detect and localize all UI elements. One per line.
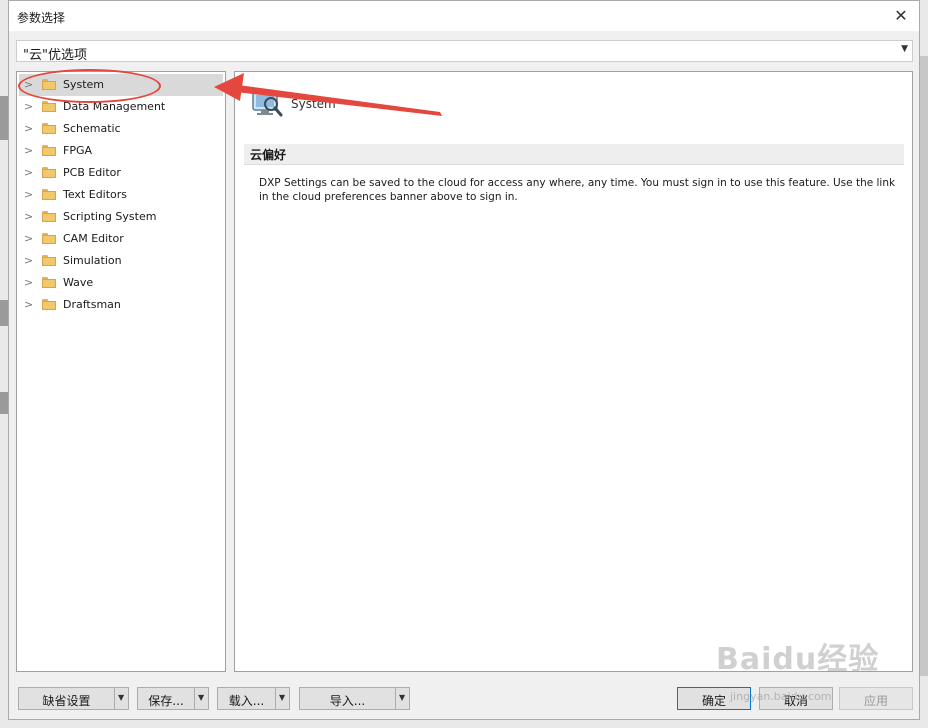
tree-item-schematic[interactable]: > Schematic [19, 118, 223, 140]
preferences-dialog: 参数选择 ✕ "云"优选项 ▼ > System > Data Manageme… [8, 0, 920, 720]
system-settings-icon [252, 91, 283, 117]
load-dropdown[interactable]: ▼ [275, 688, 291, 709]
save-button[interactable]: 保存... ▼ [137, 687, 209, 710]
tree-item-cam-editor[interactable]: > CAM Editor [19, 228, 223, 250]
chevron-right-icon[interactable]: > [24, 254, 36, 268]
tree-item-label: Schematic [63, 122, 121, 135]
chevron-down-icon: ▼ [198, 693, 205, 702]
tree-item-simulation[interactable]: > Simulation [19, 250, 223, 272]
settings-panel: System 云偏好 DXP Settings can be saved to … [234, 71, 913, 672]
load-button[interactable]: 载入... ▼ [217, 687, 290, 710]
cloud-description: DXP Settings can be saved to the cloud f… [259, 177, 896, 203]
chevron-right-icon[interactable]: > [24, 276, 36, 290]
save-dropdown[interactable]: ▼ [194, 688, 210, 709]
defaults-button-label: 缺省设置 [42, 694, 91, 708]
tree-item-wave[interactable]: > Wave [19, 272, 223, 294]
import-dropdown[interactable]: ▼ [395, 688, 411, 709]
chevron-right-icon[interactable]: > [24, 122, 36, 136]
tree-item-label: Draftsman [63, 298, 121, 311]
tree-item-label: PCB Editor [63, 166, 121, 179]
tree-item-label: CAM Editor [63, 232, 124, 245]
title-bar: 参数选择 ✕ [9, 1, 919, 31]
tree-item-label: Wave [63, 276, 94, 289]
folder-icon [42, 145, 56, 156]
folder-icon [42, 233, 56, 244]
section-header: 云偏好 [244, 144, 904, 165]
folder-icon [42, 211, 56, 222]
preferences-combo[interactable]: "云"优选项 ▼ [16, 40, 913, 63]
folder-icon [42, 167, 56, 178]
load-button-label: 载入... [228, 694, 265, 708]
background-strip [0, 96, 8, 140]
folder-icon [42, 123, 56, 134]
apply-button[interactable]: 应用 [839, 687, 913, 710]
category-tree: > System > Data Management > Schematic >… [16, 71, 226, 672]
chevron-down-icon: ▼ [118, 693, 125, 702]
chevron-down-icon[interactable]: ▼ [901, 44, 908, 54]
defaults-button[interactable]: 缺省设置 ▼ [18, 687, 129, 710]
chevron-right-icon[interactable]: > [24, 188, 36, 202]
tree-item-pcb-editor[interactable]: > PCB Editor [19, 162, 223, 184]
tree-item-label: Simulation [63, 254, 122, 267]
combo-value: "云"优选项 [23, 48, 87, 63]
annotation-ellipse [18, 69, 161, 103]
chevron-right-icon[interactable]: > [24, 100, 36, 114]
watermark: Baidu经验 [716, 642, 880, 677]
folder-icon [42, 255, 56, 266]
tree-item-draftsman[interactable]: > Draftsman [19, 294, 223, 316]
panel-title: System [291, 97, 336, 111]
chevron-down-icon: ▼ [399, 693, 406, 702]
chevron-right-icon[interactable]: > [24, 210, 36, 224]
background-strip [0, 300, 8, 326]
background-strip [0, 392, 8, 414]
folder-icon [42, 299, 56, 310]
close-icon[interactable]: ✕ [889, 5, 913, 27]
chevron-right-icon[interactable]: > [24, 298, 36, 312]
tree-item-label: Scripting System [63, 210, 157, 223]
section-title: 云偏好 [250, 148, 287, 162]
save-button-label: 保存... [148, 694, 184, 708]
chevron-right-icon[interactable]: > [24, 232, 36, 246]
window-title: 参数选择 [17, 11, 66, 25]
apply-button-label: 应用 [863, 694, 888, 708]
chevron-right-icon[interactable]: > [24, 144, 36, 158]
import-button[interactable]: 导入... ▼ [299, 687, 410, 710]
chevron-down-icon: ▼ [279, 693, 286, 702]
background-strip [920, 56, 928, 676]
import-button-label: 导入... [329, 694, 366, 708]
defaults-dropdown[interactable]: ▼ [114, 688, 130, 709]
tree-item-fpga[interactable]: > FPGA [19, 140, 223, 162]
chevron-right-icon[interactable]: > [24, 166, 36, 180]
watermark-url: jingyan.baidu.com [730, 690, 832, 703]
folder-icon [42, 277, 56, 288]
tree-item-scripting-system[interactable]: > Scripting System [19, 206, 223, 228]
tree-item-label: FPGA [63, 144, 93, 157]
folder-icon [42, 189, 56, 200]
tree-item-label: Text Editors [63, 188, 128, 201]
folder-icon [42, 101, 56, 112]
tree-item-text-editors[interactable]: > Text Editors [19, 184, 223, 206]
